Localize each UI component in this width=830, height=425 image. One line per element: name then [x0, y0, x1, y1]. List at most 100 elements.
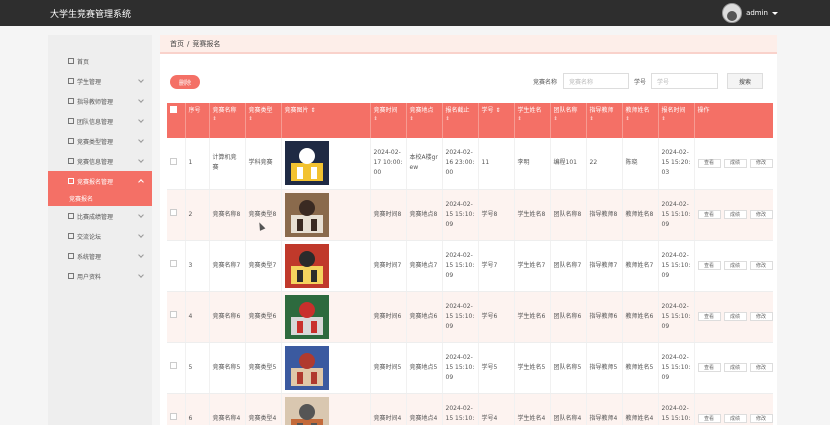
breadcrumb-home[interactable]: 首页 — [170, 39, 184, 49]
sort-icon[interactable]: ⇕ — [249, 115, 278, 124]
row-checkbox[interactable] — [170, 260, 177, 267]
column-header[interactable]: 报名截止 ⇕ — [442, 103, 479, 138]
row-checkbox[interactable] — [170, 311, 177, 318]
score-button[interactable]: 成绩 — [723, 261, 747, 270]
table-row[interactable]: 2 竞赛名称8 竞赛类型8 竞赛时间8 竞赛地点8 2024-02-15 15:10:09… — [167, 189, 773, 241]
row-select-cell[interactable] — [167, 138, 186, 190]
sidebar-item-home[interactable]: 首页 — [48, 51, 152, 71]
user-menu[interactable]: admin — [722, 3, 778, 23]
sort-icon[interactable]: ⇕ — [554, 115, 583, 124]
sort-icon[interactable]: ⇕ — [518, 115, 547, 124]
row-checkbox[interactable] — [170, 413, 177, 420]
table-row[interactable]: 6竞赛名称4竞赛类型4竞赛时间4竞赛地点42024-02-15 15:10:09… — [167, 393, 773, 425]
sidebar-item-comp-info[interactable]: 竞赛信息管理 — [48, 151, 152, 171]
cell-deadline: 2024-02-15 15:10:09 — [442, 342, 479, 394]
column-header[interactable]: 报名时间 ⇕ — [658, 103, 695, 138]
cell-deadline: 2024-02-15 15:10:09 — [442, 189, 479, 241]
sidebar-item-students[interactable]: 学生管理 — [48, 71, 152, 91]
sort-icon[interactable]: ⇕ — [590, 115, 619, 124]
edit-button[interactable]: 修改 — [749, 210, 773, 219]
sidebar-item-forum[interactable]: 交流论坛 — [48, 226, 152, 246]
sidebar-item-system[interactable]: 系统管理 — [48, 246, 152, 266]
table-row[interactable]: 3 竞赛名称7 竞赛类型7 竞赛时间7 竞赛地点7 2024-02-15 15:10:09… — [167, 240, 773, 292]
cell-applied: 2024-02-15 15:10:09 — [658, 240, 695, 292]
row-checkbox[interactable] — [170, 157, 177, 165]
column-header[interactable]: 序号 — [185, 103, 210, 138]
edit-button[interactable]: 修改 — [749, 261, 773, 270]
column-header[interactable]: 学生姓名 ⇕ — [514, 103, 551, 138]
row-select-cell[interactable] — [167, 342, 186, 394]
cell-sname: 李明 — [514, 138, 551, 190]
sidebar-item-teams[interactable]: 团队信息管理 — [48, 111, 152, 131]
edit-button[interactable]: 修改 — [749, 158, 773, 168]
score-button[interactable]: 成绩 — [723, 414, 747, 423]
search-button[interactable]: 搜索 — [727, 73, 763, 89]
row-select-cell[interactable] — [167, 393, 186, 425]
score-button[interactable]: 成绩 — [723, 158, 747, 168]
sort-icon[interactable]: ⇕ — [495, 107, 500, 114]
view-button[interactable]: 查看 — [697, 312, 721, 321]
cell-teacher: 22 — [586, 138, 623, 190]
cell-sid: 学号6 — [478, 291, 515, 343]
edit-button[interactable]: 修改 — [749, 363, 773, 372]
view-button[interactable]: 查看 — [697, 210, 721, 219]
username[interactable]: admin — [746, 9, 768, 17]
column-header[interactable]: 竞赛类型 ⇕ — [245, 103, 282, 138]
score-button[interactable]: 成绩 — [723, 210, 747, 219]
cell-applied: 2024-02-15 15:10:09 — [658, 393, 695, 425]
sort-icon[interactable]: ⇕ — [662, 115, 691, 124]
cell-applied: 2024-02-15 15:10:09 — [658, 342, 695, 394]
column-header[interactable]: 竞赛时间 ⇕ — [370, 103, 407, 138]
sort-icon[interactable]: ⇕ — [213, 115, 242, 124]
table-row[interactable]: 1 计算机竞赛 学科竞赛 2024-02-17 10:00:00 本校A楼grew 202… — [167, 138, 773, 190]
column-header[interactable]: 竞赛地点 ⇕ — [406, 103, 443, 138]
row-select-cell[interactable] — [167, 240, 186, 292]
search-name-input[interactable]: 竞赛名称 — [563, 73, 629, 89]
chevron-down-icon — [138, 117, 144, 123]
sort-icon[interactable]: ⇕ — [374, 115, 403, 124]
avatar[interactable] — [722, 3, 743, 23]
view-button[interactable]: 查看 — [697, 261, 721, 270]
column-header[interactable]: 团队名称 ⇕ — [550, 103, 587, 138]
sidebar-subitem-registration[interactable]: 竞赛报名 — [48, 191, 152, 206]
column-header[interactable]: 教师姓名 ⇕ — [622, 103, 659, 138]
cell-type: 学科竞赛 — [245, 138, 282, 190]
sort-icon[interactable]: ⇕ — [626, 115, 655, 124]
view-button[interactable]: 查看 — [697, 414, 721, 423]
column-header[interactable]: 指导教师 ⇕ — [586, 103, 623, 138]
cell-type: 竞赛类型7 — [245, 240, 282, 292]
grid-icon — [68, 78, 74, 84]
column-header[interactable]: 竞赛图片 ⇕ — [281, 103, 371, 138]
select-all-checkbox[interactable] — [170, 106, 177, 113]
row-checkbox[interactable] — [170, 362, 177, 369]
sort-icon[interactable]: ⇕ — [310, 107, 315, 114]
sidebar-item-registration[interactable]: 竞赛报名管理 — [48, 171, 152, 191]
edit-button[interactable]: 修改 — [749, 312, 773, 321]
sidebar-item-scores[interactable]: 比赛成绩管理 — [48, 206, 152, 226]
sort-icon[interactable]: ⇕ — [410, 115, 439, 124]
search-id-input[interactable]: 学号 — [651, 73, 718, 89]
chevron-down-icon[interactable] — [772, 11, 778, 15]
select-all-header[interactable] — [167, 103, 186, 138]
delete-button[interactable]: 删除 — [170, 75, 200, 89]
score-button[interactable]: 成绩 — [723, 312, 747, 321]
table-row[interactable]: 5 竞赛名称5 竞赛类型5 竞赛时间5 竞赛地点5 2024-02-15 15:10:09… — [167, 342, 773, 394]
edit-button[interactable]: 修改 — [749, 414, 773, 423]
view-button[interactable]: 查看 — [697, 363, 721, 372]
score-button[interactable]: 成绩 — [723, 363, 747, 372]
table-row[interactable]: 4 竞赛名称6 竞赛类型6 竞赛时间6 竞赛地点6 2024-02-15 15:10:09… — [167, 291, 773, 343]
column-header[interactable]: 竞赛名称 ⇕ — [209, 103, 246, 138]
row-checkbox[interactable] — [170, 209, 177, 216]
row-select-cell[interactable] — [167, 189, 186, 241]
cell-actions: 查看 成绩 修改 — [694, 189, 773, 241]
competition-image — [284, 141, 329, 186]
cell-idx: 5 — [185, 342, 210, 394]
column-header[interactable]: 学号 ⇕ — [478, 103, 515, 138]
sidebar-item-teachers[interactable]: 指导教师管理 — [48, 91, 152, 111]
sidebar-item-comp-types[interactable]: 竞赛类型管理 — [48, 131, 152, 151]
view-button[interactable]: 查看 — [697, 158, 721, 168]
sort-icon[interactable]: ⇕ — [446, 115, 475, 124]
row-select-cell[interactable] — [167, 291, 186, 343]
sidebar-item-profile[interactable]: 用户资料 — [48, 266, 152, 286]
cell-actions: 查看 成绩 修改 — [694, 342, 773, 394]
